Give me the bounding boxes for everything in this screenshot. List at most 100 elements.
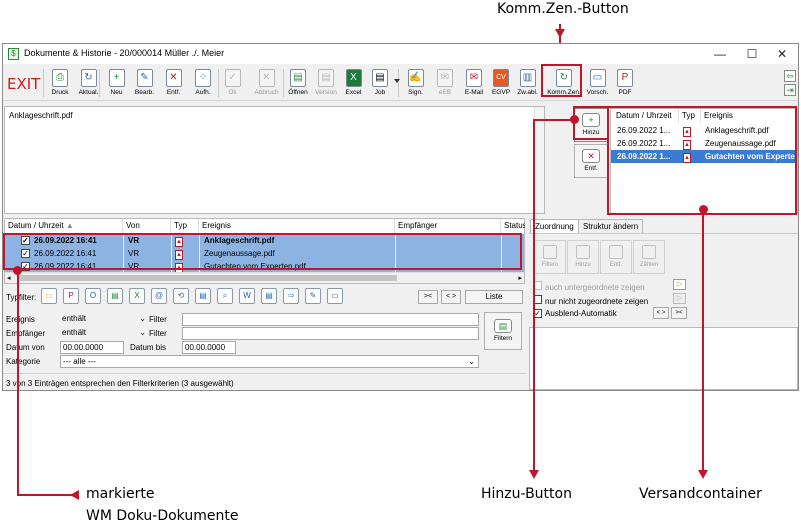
status-text: 3 von 3 Einträgen entsprechen den Filter… xyxy=(6,379,234,388)
window-title: Dokumente & Historie - 20/000014 Müller … xyxy=(24,48,225,58)
folder-icon[interactable]: ▭ xyxy=(41,288,57,304)
annotation-komm-zen-button: Komm.Zen.-Button xyxy=(497,1,629,17)
nav-green-arrow-2-icon[interactable]: ⇥ xyxy=(784,84,796,96)
toolbar-button-e-mail[interactable]: ✉ E-Mail xyxy=(460,66,488,100)
datum-von-label: Datum von xyxy=(6,343,45,352)
tag-icon[interactable]: ⇨ xyxy=(283,288,299,304)
link-icon[interactable]: ⟲ xyxy=(173,288,189,304)
ereignis-label: Ereignis xyxy=(6,315,35,324)
note-icon[interactable]: ▤ xyxy=(195,288,211,304)
pdf-icon[interactable]: P xyxy=(63,288,79,304)
document-icon[interactable]: ▤ xyxy=(261,288,277,304)
table-header-from[interactable]: Von xyxy=(123,219,171,233)
toolbar-button-eeb[interactable]: ✉ eEB xyxy=(433,66,457,100)
toolbar-button-vorsch[interactable]: ▭ Vorsch. xyxy=(584,66,611,100)
collapse-button[interactable]: >< xyxy=(418,290,438,304)
edit-icon: ✎ xyxy=(136,69,153,87)
datum-bis-input[interactable]: 00.00.0000 xyxy=(182,341,236,354)
zuordnung-filter-button[interactable]: Filtern xyxy=(534,240,566,274)
typfilter-label: Typfilter: xyxy=(6,293,37,302)
refresh-icon: ↻ xyxy=(80,69,97,87)
toolbar-button-bearb[interactable]: ✎ Bearb. xyxy=(131,66,158,100)
version-icon: ▤ xyxy=(318,69,334,87)
empfaenger-operator-select[interactable]: enthält ⌄ xyxy=(60,327,148,340)
pen-icon[interactable]: ✎ xyxy=(305,288,321,304)
zuordnung-expand-button[interactable]: < > xyxy=(653,307,669,319)
print-icon: ⎙ xyxy=(52,69,68,87)
toolbar-button-job[interactable]: ▤ Job xyxy=(369,66,391,100)
table-header-type[interactable]: Typ xyxy=(171,219,199,233)
maximize-button[interactable]: ☐ xyxy=(740,46,764,62)
pdf-icon: P xyxy=(617,69,633,87)
datum-von-input[interactable]: 00.00.0000 xyxy=(60,341,124,354)
toolbar-button-zw-abl[interactable]: ▥ Zw.abl. xyxy=(514,66,541,100)
dissolve-icon: ⁘ xyxy=(195,69,211,87)
ereignis-filter-input[interactable] xyxy=(182,313,479,326)
toolbar-button-entf[interactable]: ✕ Entf. xyxy=(161,66,186,100)
toolbar-button-egvp[interactable]: CV EGVP xyxy=(490,66,512,100)
remove-from-container-button[interactable]: ✕ Entf. xyxy=(574,144,608,178)
ok-icon: ✓ xyxy=(224,69,241,87)
option-untergeordnete[interactable]: auch untergeordnete zeigen xyxy=(533,279,645,292)
email-at-icon[interactable]: @ xyxy=(151,288,167,304)
exit-button[interactable]: EXIT xyxy=(7,75,40,93)
tab-struktur-aendern[interactable]: Struktur ändern xyxy=(578,219,644,233)
minimize-button[interactable]: — xyxy=(708,46,732,62)
zuordnung-count-button[interactable]: Zählen xyxy=(633,240,665,274)
open-icon: ▤ xyxy=(290,69,306,87)
toolbar-button-aufh[interactable]: ⁘ Aufh. xyxy=(189,66,217,100)
new-icon: + xyxy=(108,69,125,87)
toolbar-button-pdf[interactable]: P PDF xyxy=(613,66,637,100)
table-header-date[interactable]: Datum / Uhrzeit ▲ xyxy=(5,219,123,233)
kategorie-select[interactable]: --- alle --- ⌄ xyxy=(60,355,479,368)
zuordnung-add-button[interactable]: Hinzu xyxy=(567,240,599,274)
empfaenger-filter-input[interactable] xyxy=(182,327,479,340)
job-icon: ▤ xyxy=(372,69,388,87)
nav-green-arrow-icon[interactable]: ⇦ xyxy=(784,70,796,82)
kategorie-label: Kategorie xyxy=(6,357,41,366)
expand-button[interactable]: < > xyxy=(441,290,461,304)
filter-icon xyxy=(543,245,557,259)
toolbar-button-excel[interactable]: X Excel xyxy=(341,66,366,100)
toolbar-button-aktual[interactable]: ↻ Aktual. xyxy=(75,66,102,100)
option-ausblend-automatik[interactable]: ✓ Ausblend-Automatik xyxy=(533,307,617,318)
document-preview-pane[interactable]: Anklageschrift.pdf xyxy=(4,106,545,214)
search-doc-icon[interactable]: ⌕ xyxy=(217,288,233,304)
option-untergeordnete-arrow-icon[interactable]: ▷ xyxy=(673,279,686,290)
zuordnung-remove-button[interactable]: Entf. xyxy=(600,240,632,274)
toolbar-button-neu[interactable]: + Neu xyxy=(104,66,129,100)
tab-zuordnung[interactable]: Zuordnung xyxy=(530,219,579,233)
table-header-event[interactable]: Ereignis xyxy=(199,219,395,233)
toolbar-button-ok[interactable]: ✓ Ok xyxy=(219,66,246,100)
zuordnung-collapse-button[interactable]: >< xyxy=(671,307,687,319)
preview-scrollbar[interactable] xyxy=(534,107,544,213)
add-icon xyxy=(576,245,590,259)
document-icon[interactable]: ▤ xyxy=(107,288,123,304)
zuordnung-panel: Filtern Hinzu Entf. Zählen auch untergeo… xyxy=(529,233,798,325)
chevron-down-icon: ⌄ xyxy=(139,328,146,337)
empfaenger-label: Empfänger xyxy=(6,329,46,338)
word-icon[interactable]: W xyxy=(239,288,255,304)
option-nicht-zugeordnete[interactable]: nur nicht zugeordnete zeigen xyxy=(533,293,648,306)
table-horizontal-scrollbar[interactable]: ◂ ▸ xyxy=(5,272,524,283)
folder-open-icon[interactable]: ▭ xyxy=(327,288,343,304)
list-button[interactable]: Liste xyxy=(465,290,523,304)
excel-icon: X xyxy=(345,69,362,87)
job-dropdown-arrow-icon[interactable] xyxy=(394,79,400,83)
table-header-recipient[interactable]: Empfänger xyxy=(395,219,501,233)
toolbar-button-druck[interactable]: ⎙ Druck xyxy=(47,66,73,100)
toolbar-button-öffnen[interactable]: ▤ Öffnen xyxy=(285,66,311,100)
toolbar-button-sign[interactable]: ✍ Sign. xyxy=(402,66,429,100)
remove-document-icon: ✕ xyxy=(582,149,600,163)
filter-button[interactable]: ▤ Filtern xyxy=(484,312,522,350)
ereignis-operator-select[interactable]: enthält ⌄ xyxy=(60,313,148,326)
option-nicht-zugeordnete-arrow-icon[interactable]: ▷ xyxy=(673,293,686,304)
close-button[interactable]: ✕ xyxy=(770,46,794,62)
outlook-icon[interactable]: O xyxy=(85,288,101,304)
zuordnung-tree-area[interactable] xyxy=(529,327,798,390)
remove-icon xyxy=(609,245,623,259)
table-header-status[interactable]: Status xyxy=(501,219,525,233)
excel-icon[interactable]: X xyxy=(129,288,145,304)
toolbar-button-version[interactable]: ▤ Version xyxy=(313,66,339,100)
toolbar-button-abbruch[interactable]: ✕ Abbruch xyxy=(251,66,282,100)
